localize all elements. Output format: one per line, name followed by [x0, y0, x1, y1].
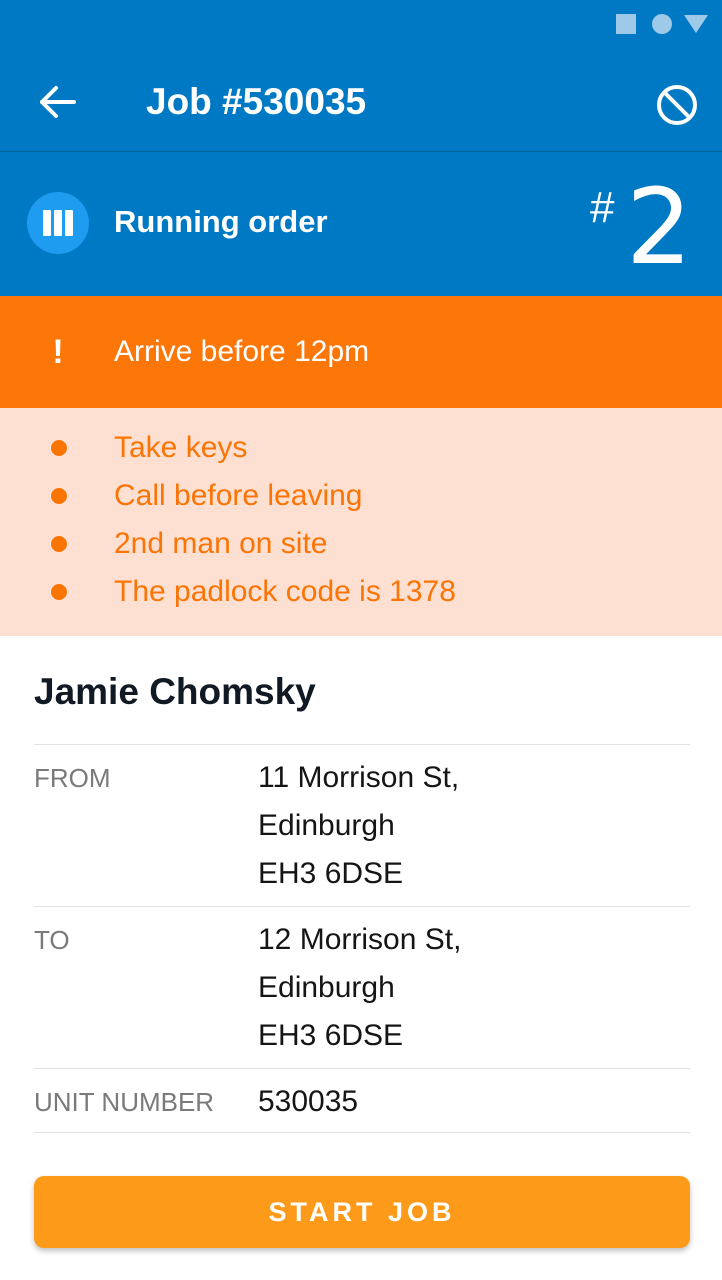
to-address-line-3: EH3 6DSE: [258, 1019, 404, 1052]
unit-number-label: UNIT NUMBER: [34, 1087, 215, 1117]
start-job-button[interactable]: START JOB: [34, 1176, 690, 1248]
home-icon: [652, 14, 672, 34]
divider: [34, 744, 690, 745]
running-order-section: Running order # 2: [0, 152, 722, 296]
customer-name: Jamie Chomsky: [34, 671, 316, 712]
bottom-action-bar: START JOB: [0, 1144, 722, 1280]
note-text: Call before leaving: [114, 479, 363, 512]
cancel-job-button[interactable]: [654, 82, 700, 128]
note-text: 2nd man on site: [114, 527, 328, 560]
arrow-left-icon: [40, 86, 76, 118]
list-item: 2nd man on site: [0, 524, 722, 572]
to-address-line-1: 12 Morrison St,: [258, 923, 462, 956]
alert-banner: ! Arrive before 12pm: [0, 296, 722, 408]
running-order-number: 2: [626, 166, 693, 288]
back-button[interactable]: [36, 84, 80, 120]
back-triangle-icon: [684, 15, 708, 33]
from-label: FROM: [34, 763, 111, 793]
exclamation-icon: !: [52, 333, 64, 371]
divider: [34, 1068, 690, 1069]
from-address-line-3: EH3 6DSE: [258, 857, 404, 890]
bullet-icon: [51, 440, 67, 456]
note-text: The padlock code is 1378: [114, 575, 456, 608]
bullet-icon: [51, 536, 67, 552]
note-text: Take keys: [114, 431, 248, 464]
divider: [34, 906, 690, 907]
running-order-icon: [27, 192, 89, 254]
from-address-line-1: 11 Morrison St,: [258, 761, 460, 794]
status-bar: [0, 0, 722, 48]
unit-number-value: 530035: [258, 1085, 359, 1118]
list-item: Take keys: [0, 428, 722, 476]
bullet-icon: [51, 584, 67, 600]
divider: [34, 1132, 690, 1133]
app-bar: Job #530035: [0, 48, 722, 151]
alert-text: Arrive before 12pm: [114, 335, 370, 368]
running-order-label: Running order: [114, 204, 328, 239]
page-title: Job #530035: [146, 81, 367, 122]
bullet-icon: [51, 488, 67, 504]
running-order-hash: #: [590, 183, 615, 232]
cancel-circle-icon: [657, 85, 697, 125]
list-item: The padlock code is 1378: [0, 572, 722, 620]
from-address-line-2: Edinburgh: [258, 809, 395, 842]
to-address-line-2: Edinburgh: [258, 971, 395, 1004]
list-item: Call before leaving: [0, 476, 722, 524]
to-label: TO: [34, 925, 70, 955]
recents-icon: [616, 14, 636, 34]
notes-list: Take keys Call before leaving 2nd man on…: [0, 408, 722, 636]
